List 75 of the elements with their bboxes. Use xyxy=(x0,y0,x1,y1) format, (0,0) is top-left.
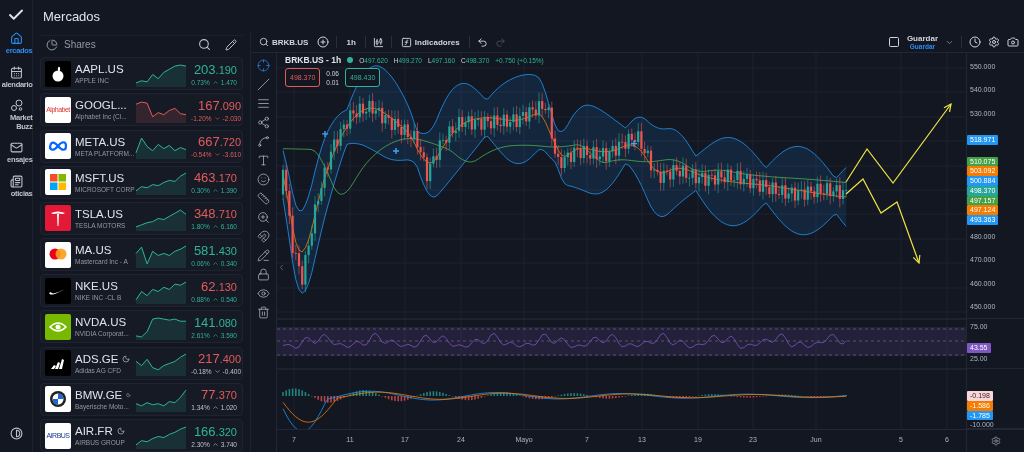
candlestick-icon[interactable] xyxy=(372,36,384,48)
text-icon[interactable] xyxy=(257,154,270,167)
company-logo xyxy=(45,241,71,268)
price: 217.400 xyxy=(197,351,242,367)
ticker: NVDA.US xyxy=(75,316,127,329)
bubbles-icon xyxy=(9,99,23,112)
eye-icon[interactable] xyxy=(257,287,270,300)
price: 77.370 xyxy=(201,387,237,403)
indicators-button[interactable]: Indicadores xyxy=(398,36,462,48)
ticker: BMW.GE xyxy=(75,388,123,401)
pie-chart-icon xyxy=(46,38,58,51)
interval-button[interactable]: 1h xyxy=(344,37,358,47)
ticker: AIR.FR xyxy=(75,425,113,437)
ticker: MSFT.US xyxy=(75,171,125,184)
magnet-icon[interactable] xyxy=(257,230,270,243)
company-logo xyxy=(45,133,71,159)
zoom-in-icon[interactable] xyxy=(257,211,270,224)
calendar-icon xyxy=(9,65,23,79)
clock-icon[interactable] xyxy=(969,36,981,48)
nodes-icon[interactable] xyxy=(257,116,270,129)
pencil-icon[interactable] xyxy=(257,249,270,262)
collapse-icon[interactable] xyxy=(277,263,286,272)
company-logo xyxy=(45,350,71,377)
smiley-icon[interactable] xyxy=(257,173,270,186)
price: 667.720 xyxy=(197,134,242,149)
theme-toggle-icon[interactable] xyxy=(9,427,23,440)
company-logo xyxy=(45,386,71,413)
ticker: ADS.GE xyxy=(75,352,119,365)
search-icon xyxy=(259,37,269,47)
price: 203.190 xyxy=(193,61,237,77)
company-logo xyxy=(45,205,71,232)
newspaper-icon xyxy=(9,174,23,188)
lock-icon[interactable] xyxy=(257,268,270,281)
crosshair-icon[interactable] xyxy=(257,59,270,72)
trash-icon[interactable] xyxy=(257,306,270,319)
camera-icon[interactable] xyxy=(1007,36,1019,48)
lines-icon[interactable] xyxy=(257,97,270,110)
price: 581.430 xyxy=(193,242,237,258)
undo-icon[interactable] xyxy=(476,36,488,48)
company-logo xyxy=(45,60,71,87)
forecast-arrow-drawing[interactable] xyxy=(845,102,952,184)
home-icon xyxy=(9,32,23,45)
price: 141.080 xyxy=(193,314,237,330)
ticker: META.US xyxy=(75,135,126,148)
price: 62.130 xyxy=(201,278,237,294)
mail-icon xyxy=(9,141,23,154)
list-name: Shares xyxy=(64,39,97,51)
forecast-arrow-drawing[interactable] xyxy=(845,178,921,265)
company-logo xyxy=(45,313,71,340)
price: 167.090 xyxy=(197,97,242,113)
edit-icon[interactable] xyxy=(225,38,237,51)
ruler-icon[interactable] xyxy=(257,192,270,205)
plus-marker-icon xyxy=(392,147,400,155)
search-icon[interactable] xyxy=(198,38,211,52)
symbol-search[interactable]: BRKB.US xyxy=(257,37,311,47)
add-symbol-icon[interactable] xyxy=(317,36,330,48)
line-icon[interactable] xyxy=(257,78,270,91)
ticker: MA.US xyxy=(75,244,112,257)
price: 166.320 xyxy=(193,423,237,439)
chart-title: BRKB.US - 1h xyxy=(285,55,342,65)
layout-icon[interactable] xyxy=(887,36,900,48)
company-logo xyxy=(45,277,71,304)
function-icon xyxy=(400,36,412,48)
curve-icon[interactable] xyxy=(257,135,270,148)
ticker: NKE.US xyxy=(75,280,118,293)
ticker: GOOGL... xyxy=(75,99,127,112)
page-title: Mercados xyxy=(43,8,101,24)
ticker: AAPL.US xyxy=(75,63,124,76)
price: 348.710 xyxy=(193,206,237,222)
price: 463.170 xyxy=(193,170,237,186)
ticker: TSLA.US xyxy=(75,207,123,220)
plus-marker-icon xyxy=(321,130,329,138)
settings-icon[interactable] xyxy=(988,36,1000,48)
plus-marker-icon xyxy=(630,139,638,148)
company-logo xyxy=(45,169,71,196)
